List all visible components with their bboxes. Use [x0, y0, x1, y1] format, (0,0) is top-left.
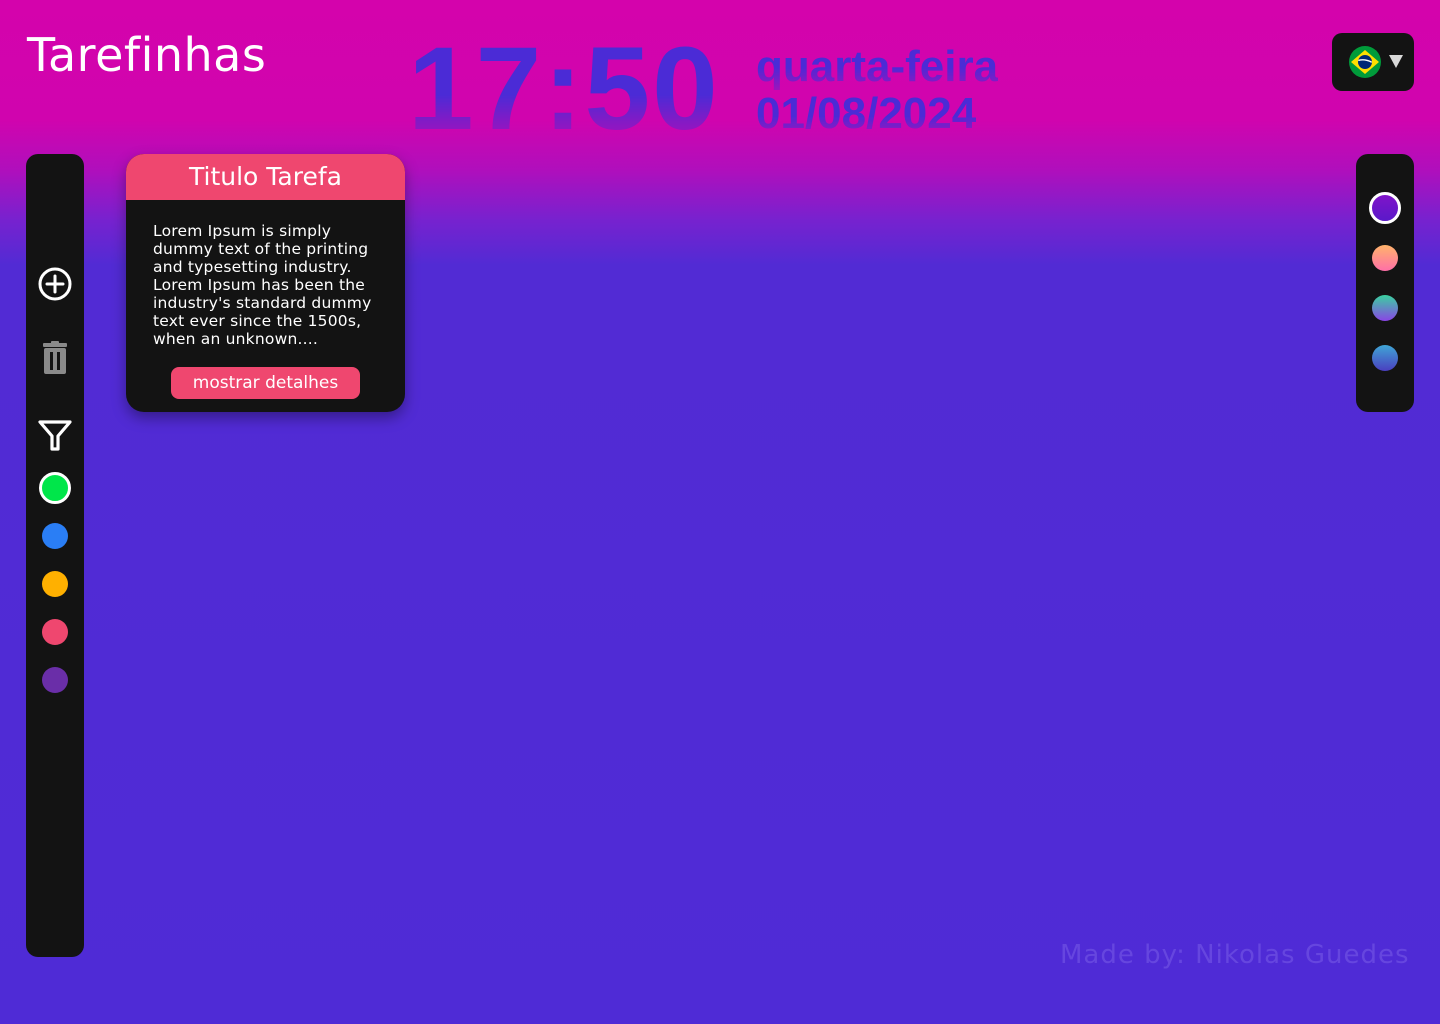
- trash-icon[interactable]: [37, 340, 73, 376]
- filter-color-yellow[interactable]: [42, 571, 68, 597]
- theme-option-blue-indigo[interactable]: [1372, 345, 1398, 371]
- theme-option-purple[interactable]: [1369, 192, 1401, 224]
- theme-option-peach-pink[interactable]: [1372, 245, 1398, 271]
- theme-option-teal-violet[interactable]: [1372, 295, 1398, 321]
- clock-time: 17:50: [408, 23, 720, 130]
- filter-color-purple[interactable]: [42, 667, 68, 693]
- clock-display: 17:50 quarta-feira 01/08/2024: [408, 20, 1068, 130]
- clock-day: quarta-feira: [756, 42, 999, 91]
- show-details-button[interactable]: mostrar detalhes: [171, 367, 360, 399]
- brazil-flag-icon: [1349, 46, 1381, 78]
- filter-color-blue[interactable]: [42, 523, 68, 549]
- sidebar-right: [1356, 154, 1414, 412]
- task-title: Titulo Tarefa: [126, 154, 405, 200]
- task-description: Lorem Ipsum is simply dummy text of the …: [153, 222, 372, 348]
- caret-down-icon: [1389, 55, 1403, 68]
- filter-icon[interactable]: [37, 418, 73, 454]
- language-selector[interactable]: [1332, 33, 1414, 91]
- clock-date: 01/08/2024: [756, 89, 977, 131]
- app-title: Tarefinhas: [27, 28, 267, 82]
- sidebar-left: [26, 154, 84, 957]
- credits-text: Made by: Nikolas Guedes: [1060, 940, 1410, 970]
- filter-color-green[interactable]: [39, 472, 71, 504]
- plus-circle-icon[interactable]: [37, 266, 73, 302]
- task-card: Titulo Tarefa Lorem Ipsum is simply dumm…: [126, 154, 405, 412]
- filter-color-red[interactable]: [42, 619, 68, 645]
